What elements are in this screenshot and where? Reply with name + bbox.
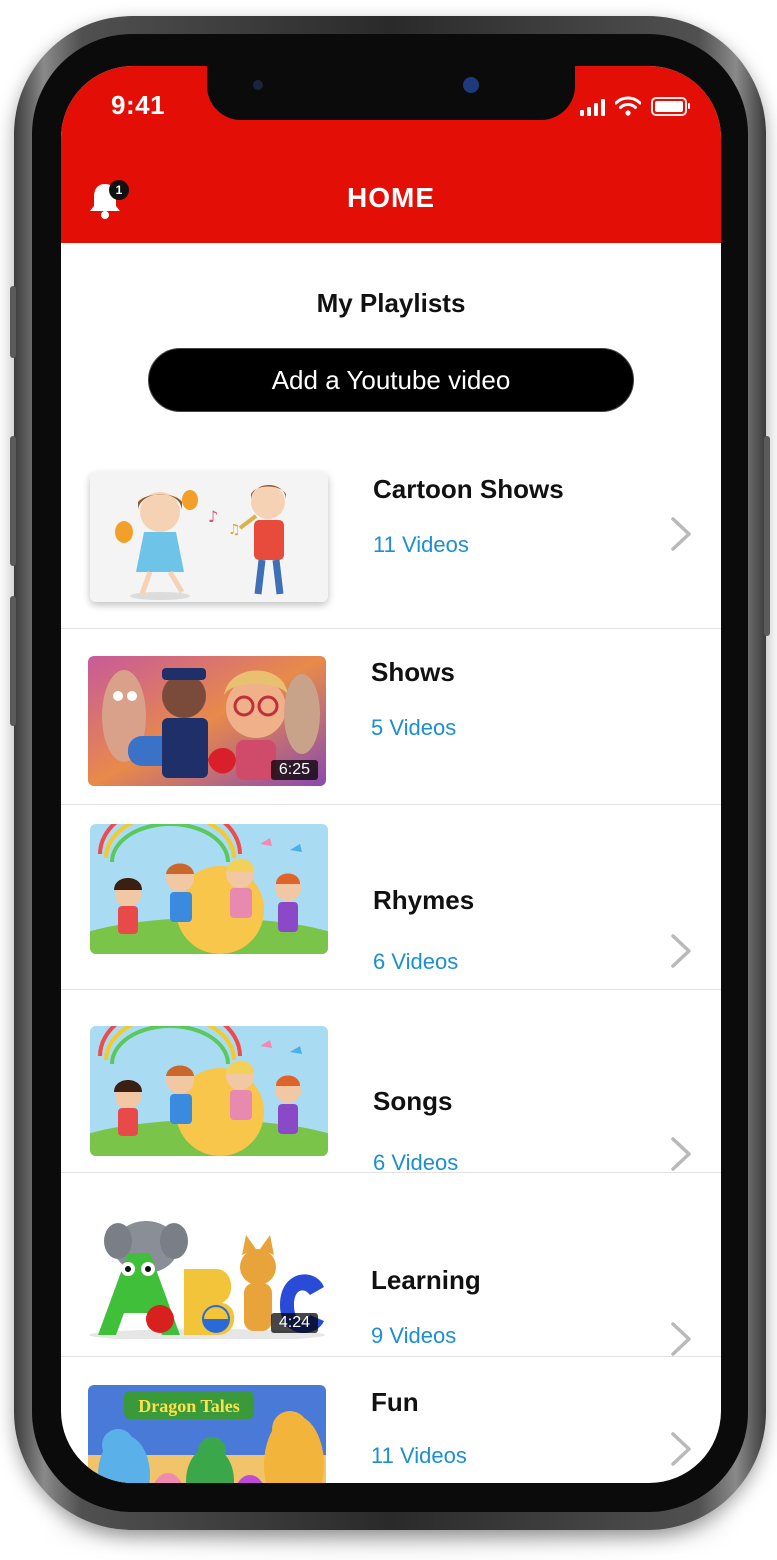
chevron-right-icon [671, 934, 691, 968]
playlist-row-rhymes[interactable]: Rhymes 6 Videos [61, 805, 721, 989]
playlist-video-count: 11 Videos [373, 532, 469, 557]
power-button [764, 436, 770, 636]
svg-text:♪: ♪ [208, 507, 218, 526]
playlist-row-learning[interactable]: 4:24 Learning 9 Videos [61, 1173, 721, 1356]
wifi-icon [615, 96, 641, 116]
playlist-thumbnail: ♪ ♫ [90, 472, 328, 602]
add-youtube-video-button[interactable]: Add a Youtube video [148, 348, 634, 412]
sensor-icon [253, 80, 263, 90]
video-duration: 4:24 [270, 1313, 318, 1333]
chevron-right-icon [671, 1137, 691, 1171]
playlist-thumbnail: 6:25 [88, 656, 326, 786]
status-icons [580, 94, 690, 116]
playlist-name: Cartoon Shows [373, 474, 564, 504]
playlist-thumbnail: Dragon Tales [88, 1385, 326, 1483]
playlist-thumbnail: 4:24 [88, 1209, 326, 1339]
chevron-right-icon [671, 517, 691, 551]
battery-icon [651, 97, 690, 116]
playlist-thumbnail [90, 1026, 328, 1156]
playlist-row-shows[interactable]: 6:25 Shows 5 Videos [61, 629, 721, 804]
svg-text:♫: ♫ [228, 522, 241, 538]
playlist-row-cartoon-shows[interactable]: ♪ ♫ Cartoon Shows 11 Videos [61, 456, 721, 628]
playlist-row-fun[interactable]: Dragon Tales Fun 11 Videos [61, 1357, 721, 1483]
video-duration: 6:25 [270, 760, 318, 780]
playlist-video-count: 6 Videos [373, 949, 459, 974]
playlist-row-songs[interactable]: Songs 6 Videos [61, 990, 721, 1175]
status-time: 9:41 [111, 90, 166, 120]
playlist-video-count: 9 Videos [371, 1323, 457, 1348]
notch [207, 66, 575, 120]
playlist-name: Learning [371, 1265, 481, 1295]
playlist-name: Fun [371, 1387, 419, 1417]
dragon-tales-logo-text: Dragon Tales [138, 1396, 240, 1416]
playlist-name: Rhymes [373, 885, 475, 915]
playlist-name: Songs [373, 1086, 453, 1116]
playlist-name: Shows [371, 657, 455, 687]
volume-up-button [10, 436, 16, 566]
app-screen: 9:41 1 HOME My Playlists Add a Youtube v… [61, 66, 721, 1483]
section-title: My Playlists [316, 288, 466, 318]
playlist-video-count: 11 Videos [371, 1443, 467, 1468]
playlist-video-count: 5 Videos [371, 715, 457, 740]
mute-switch [10, 286, 16, 358]
app-header: 9:41 1 HOME [61, 66, 721, 243]
chevron-right-icon [671, 1322, 691, 1356]
signal-icon [580, 98, 605, 116]
chevron-right-icon [671, 1432, 691, 1466]
page-title: HOME [347, 182, 435, 213]
camera-icon [463, 77, 479, 93]
volume-down-button [10, 596, 16, 726]
playlist-thumbnail [90, 824, 328, 954]
